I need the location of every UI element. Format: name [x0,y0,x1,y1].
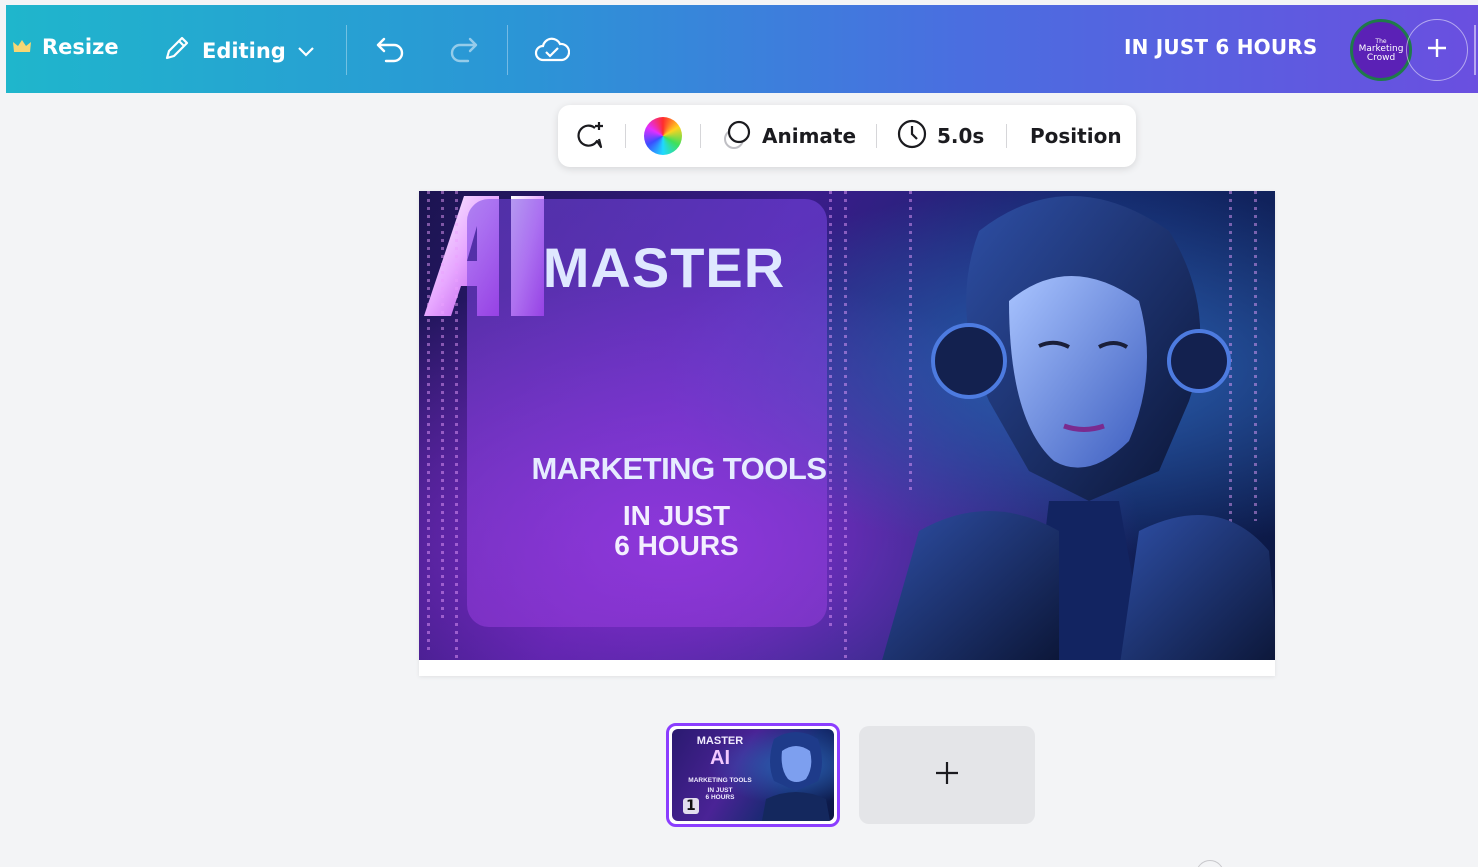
animate-label: Animate [762,124,857,148]
redo-icon[interactable] [446,31,482,67]
add-collaborator-button[interactable] [1406,19,1468,81]
design-subhead[interactable]: MARKETING TOOLS [499,451,859,487]
chevron-down-icon [296,39,316,63]
add-page-button[interactable] [859,726,1035,824]
rain-stripe [441,191,444,621]
thumbnail-face-illustration [762,732,830,821]
toolbar-divider [507,25,508,75]
thumbnail-tagline-line1: IN JUST [707,787,733,794]
tagline-line2: 6 HOURS [614,530,739,561]
design-headline[interactable]: MASTER [479,235,849,300]
header-edge-divider [1474,25,1476,75]
rain-stripe [427,191,430,651]
top-header: Resize Editing IN JUST 6 HOURS The Marke… [6,5,1478,93]
undo-icon[interactable] [372,31,408,67]
animate-icon [720,117,754,156]
cloud-saved-icon[interactable] [534,31,570,67]
page-number: 1 [683,798,699,814]
resize-label: Resize [42,35,119,59]
tagline-line1: IN JUST [622,500,731,531]
thumbnail-logo: AI [710,747,730,769]
design-title[interactable]: IN JUST 6 HOURS [1124,35,1318,59]
thumbnail-subhead: MARKETING TOOLS [688,777,752,784]
toolbar-divider [876,124,877,148]
toolbar-divider [346,25,347,75]
position-label: Position [1030,124,1122,148]
design-artwork[interactable]: MASTER AI MARKETING TOOLS IN JUST 6 HOUR… [419,191,1275,660]
position-button[interactable]: Position [1030,105,1122,167]
avatar-text-line3: Crowd [1366,52,1396,63]
design-canvas[interactable]: MASTER AI MARKETING TOOLS IN JUST 6 HOUR… [419,191,1275,676]
page-thumbnail[interactable]: MASTER AI MARKETING TOOLS IN JUST 6 HOUR… [666,723,840,827]
color-wheel-icon [644,117,682,155]
plus-icon [1426,37,1448,63]
toolbar-divider [625,124,626,148]
rain-stripe [455,191,458,660]
duration-button[interactable]: 5.0s [895,105,984,167]
toolbar-divider [1006,124,1007,148]
design-tagline[interactable]: IN JUST 6 HOURS [569,501,784,561]
editing-mode-dropdown[interactable]: Editing [162,33,316,68]
bottom-control[interactable] [1196,860,1224,867]
clock-icon [895,117,929,156]
resize-button[interactable]: Resize [12,35,119,59]
toolbar-divider [700,124,701,148]
crown-icon [12,35,32,59]
cyborg-woman-illustration [882,196,1275,660]
plus-icon [933,759,961,791]
animate-button[interactable]: Animate [720,105,856,167]
avatar[interactable]: The Marketing Crowd [1350,19,1412,81]
context-toolbar: Animate 5.0s Position [558,105,1136,167]
editing-label: Editing [202,38,286,63]
comment-add-icon[interactable] [572,105,608,167]
thumbnail-headline: MASTER [696,735,744,747]
color-picker-button[interactable] [644,105,682,167]
pencil-icon [162,33,192,68]
duration-label: 5.0s [937,124,985,148]
